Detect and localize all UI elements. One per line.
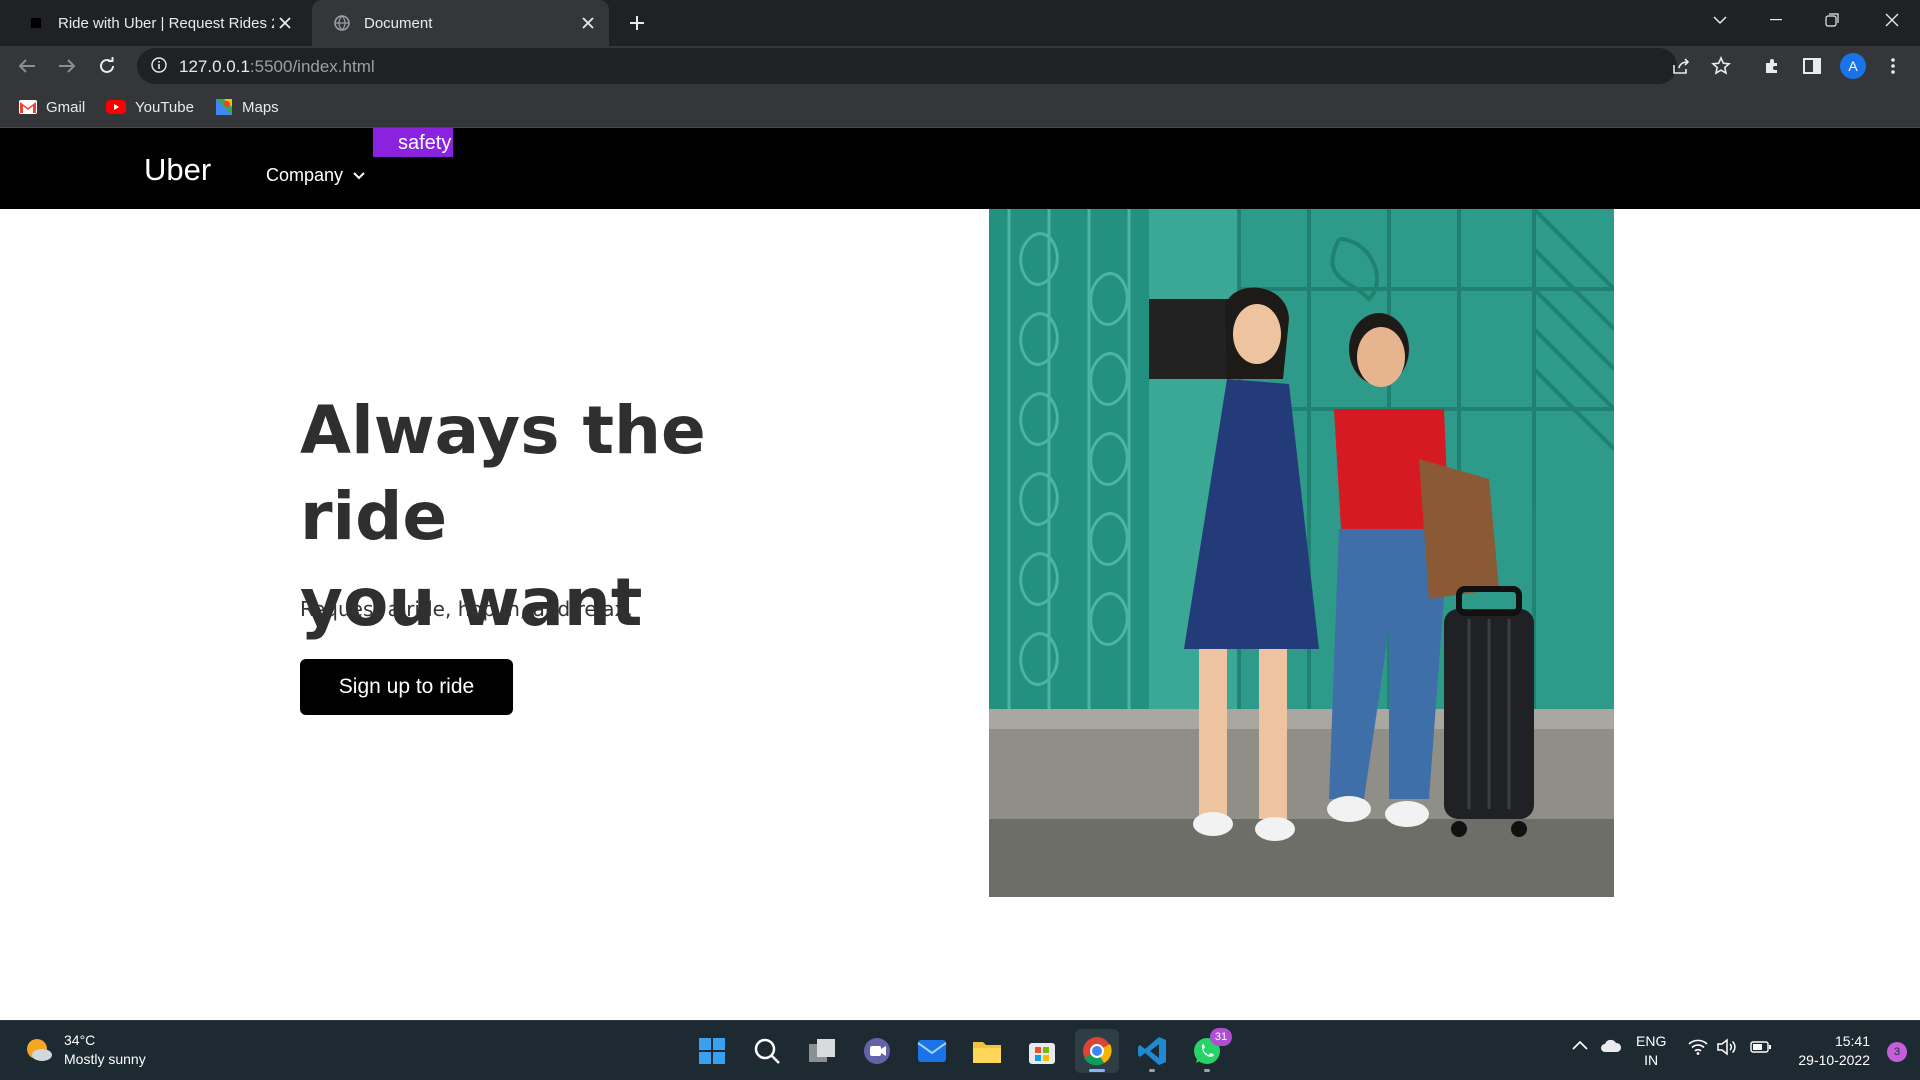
sign-up-to-ride-button[interactable]: Sign up to ride xyxy=(300,659,513,715)
globe-icon xyxy=(334,15,350,31)
gmail-icon xyxy=(19,100,37,114)
vscode-icon[interactable] xyxy=(1130,1029,1174,1073)
bookmarks-bar: Gmail YouTube Maps xyxy=(0,86,1920,128)
clock-date: 29-10-2022 xyxy=(1798,1052,1870,1068)
show-hidden-icons-icon[interactable] xyxy=(1572,1037,1588,1055)
teams-chat-icon[interactable] xyxy=(855,1029,899,1073)
system-clock[interactable]: 15:41 29-10-2022 xyxy=(1798,1032,1870,1070)
new-tab-button[interactable] xyxy=(622,8,652,38)
share-icon[interactable] xyxy=(1671,57,1691,80)
site-navbar: Uber Company safety xyxy=(0,128,1920,209)
chevron-down-icon xyxy=(353,171,365,179)
forward-icon[interactable] xyxy=(51,50,83,82)
address-bar[interactable]: 127.0.0.1:5500/index.html xyxy=(137,48,1731,84)
store-icon[interactable] xyxy=(1020,1029,1064,1073)
bookmark-youtube[interactable]: YouTube xyxy=(106,94,194,120)
bookmark-label: YouTube xyxy=(135,98,194,116)
extensions-icon[interactable] xyxy=(1756,50,1788,82)
tab-title: Document xyxy=(364,14,433,32)
whatsapp-badge: 31 xyxy=(1210,1028,1232,1046)
restore-icon[interactable] xyxy=(1804,0,1860,40)
tab-document[interactable]: Document xyxy=(312,0,609,46)
browser-toolbar: 127.0.0.1:5500/index.html A xyxy=(0,46,1920,86)
running-indicator xyxy=(1149,1069,1155,1072)
bookmark-star-icon[interactable] xyxy=(1711,56,1731,81)
more-menu-icon[interactable] xyxy=(1877,50,1909,82)
profile-initial: A xyxy=(1840,53,1866,79)
side-panel-icon[interactable] xyxy=(1796,50,1828,82)
weather-icon xyxy=(27,1039,52,1061)
url-path: :5500/index.html xyxy=(249,57,375,76)
maps-icon xyxy=(216,99,232,115)
brand-logo[interactable]: Uber xyxy=(144,152,211,188)
site-info-icon[interactable] xyxy=(151,57,167,78)
minimize-icon[interactable] xyxy=(1748,0,1804,40)
reload-icon[interactable] xyxy=(91,50,123,82)
task-view-icon[interactable] xyxy=(800,1029,844,1073)
bookmark-gmail[interactable]: Gmail xyxy=(19,94,85,120)
weather-widget[interactable]: 34°C Mostly sunny xyxy=(24,1031,146,1069)
running-indicator xyxy=(1089,1069,1105,1072)
windows-taskbar: 34°C Mostly sunny 31 ENG IN 15:41 29-10-… xyxy=(0,1020,1920,1080)
onedrive-icon[interactable] xyxy=(1600,1039,1622,1058)
tab-search-icon[interactable] xyxy=(1692,0,1748,40)
language-indicator[interactable]: ENG IN xyxy=(1636,1032,1666,1070)
tab-title: Ride with Uber | Request Rides 24/7 xyxy=(58,14,274,32)
battery-icon[interactable] xyxy=(1750,1040,1772,1058)
chrome-icon[interactable] xyxy=(1075,1029,1119,1073)
browser-tab-strip: Ride with Uber | Request Rides 24/7 Docu… xyxy=(0,0,1920,46)
bookmark-label: Maps xyxy=(242,98,279,116)
url-host: 127.0.0.1 xyxy=(179,57,250,76)
youtube-icon xyxy=(106,100,126,114)
uber-favicon-icon xyxy=(28,15,44,31)
url-text: 127.0.0.1:5500/index.html xyxy=(179,57,375,77)
notification-count[interactable]: 3 xyxy=(1887,1042,1907,1062)
clock-time: 15:41 xyxy=(1834,1033,1870,1049)
bookmark-label: Gmail xyxy=(46,98,86,116)
bookmark-maps[interactable]: Maps xyxy=(215,94,279,120)
hero-subtitle: Request a ride, hop in, and relax. xyxy=(300,597,633,621)
profile-avatar[interactable]: A xyxy=(1837,50,1869,82)
page-viewport: Uber Company safety Always the ride you … xyxy=(0,128,1920,1020)
weather-temp: 34°C xyxy=(64,1032,96,1048)
file-explorer-icon[interactable] xyxy=(965,1029,1009,1073)
back-icon[interactable] xyxy=(11,50,43,82)
close-window-icon[interactable] xyxy=(1864,0,1920,40)
hero-title-line-1: Always the ride xyxy=(300,392,706,555)
whatsapp-icon[interactable]: 31 xyxy=(1185,1028,1232,1073)
tab-close-icon[interactable] xyxy=(274,12,296,34)
language-region: IN xyxy=(1644,1052,1659,1068)
volume-icon[interactable] xyxy=(1717,1038,1737,1061)
language-code: ENG xyxy=(1636,1033,1667,1049)
company-menu[interactable]: Company xyxy=(266,165,365,186)
wifi-icon[interactable] xyxy=(1688,1039,1708,1060)
running-indicator xyxy=(1204,1069,1210,1072)
weather-condition: Mostly sunny xyxy=(64,1051,146,1067)
tab-close-icon[interactable] xyxy=(577,12,599,34)
hero-image xyxy=(989,209,1614,897)
mail-icon[interactable] xyxy=(910,1029,954,1073)
tab-uber[interactable]: Ride with Uber | Request Rides 24/7 xyxy=(6,0,306,46)
start-icon[interactable] xyxy=(690,1029,734,1073)
search-icon[interactable] xyxy=(745,1029,789,1073)
dropdown-item-safety[interactable]: safety xyxy=(373,128,453,157)
company-menu-label: Company xyxy=(266,165,344,185)
